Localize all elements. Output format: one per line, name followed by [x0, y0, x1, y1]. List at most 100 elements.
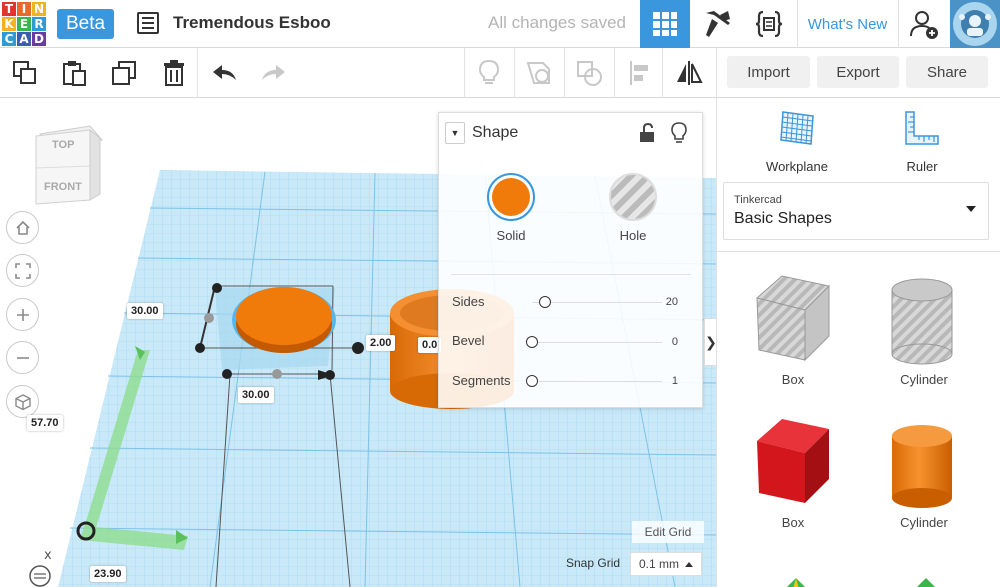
share-button[interactable]: Share — [906, 56, 988, 88]
beta-badge[interactable]: Beta — [57, 9, 114, 39]
segments-value[interactable]: 1 — [672, 375, 678, 387]
shape-cylinder[interactable] — [882, 416, 962, 516]
view-cube[interactable]: TOP FRONT — [28, 122, 104, 206]
dimension-height[interactable]: 57.70 — [27, 415, 63, 431]
resize-handle[interactable] — [212, 283, 222, 293]
lock-button[interactable] — [638, 122, 658, 145]
workplane-tool[interactable]: Workplane — [747, 108, 847, 174]
ungroup-icon — [577, 61, 602, 86]
trash-icon — [164, 60, 184, 86]
mirror-icon — [677, 61, 703, 85]
plus-icon — [16, 308, 29, 321]
dimension-gap[interactable]: 2.00 — [366, 335, 396, 351]
design-list-icon[interactable] — [137, 12, 159, 34]
zoom-in-button[interactable] — [6, 298, 39, 331]
design-title[interactable]: Tremendous Esboo — [173, 13, 331, 33]
snap-grid-select[interactable]: 0.1 mm — [630, 552, 702, 576]
add-user-button[interactable] — [898, 0, 948, 48]
cube-icon — [14, 393, 31, 410]
duplicate-button[interactable] — [107, 56, 141, 90]
bevel-slider[interactable] — [532, 342, 662, 343]
sides-slider[interactable] — [532, 302, 662, 303]
bevel-value[interactable]: 0 — [672, 336, 678, 348]
height-handle[interactable] — [352, 342, 364, 354]
paste-button[interactable] — [57, 56, 91, 90]
resize-handle[interactable] — [272, 369, 282, 379]
resize-handle[interactable] — [204, 313, 214, 323]
ruler-label: Ruler — [906, 159, 938, 174]
perspective-button[interactable] — [6, 385, 39, 418]
copy-icon — [13, 61, 36, 84]
home-icon — [15, 220, 30, 235]
delete-button[interactable] — [157, 56, 191, 90]
home-view-button[interactable] — [6, 211, 39, 244]
minus-icon — [16, 356, 29, 359]
inspector-collapse-button[interactable]: ▼ — [445, 122, 465, 144]
ungroup-button[interactable] — [572, 56, 606, 90]
segments-slider[interactable] — [532, 381, 662, 382]
show-all-button[interactable] — [472, 56, 506, 90]
sides-slider-knob[interactable] — [539, 296, 551, 308]
shape-cone-peek[interactable] — [915, 576, 937, 587]
undo-button[interactable] — [208, 56, 242, 90]
shape-cylinder-hole[interactable] — [882, 270, 962, 370]
workplane-icon — [780, 111, 814, 145]
blocks-view-button[interactable] — [692, 0, 742, 48]
light-bulb-button[interactable] — [670, 122, 690, 146]
resize-handle[interactable] — [222, 369, 232, 379]
mirror-button[interactable] — [672, 56, 706, 90]
segments-slider-knob[interactable] — [526, 375, 538, 387]
fit-view-icon — [14, 262, 31, 279]
3d-design-view-button[interactable] — [640, 0, 690, 48]
group-icon — [526, 62, 550, 84]
segments-label: Segments — [452, 373, 511, 388]
fit-view-button[interactable] — [6, 254, 39, 287]
shape-roof-peek[interactable] — [785, 576, 807, 587]
edit-grid-button[interactable]: Edit Grid — [632, 521, 704, 543]
view-cube-front[interactable]: FRONT — [44, 181, 82, 193]
unlock-icon — [640, 122, 654, 142]
pickaxe-icon — [706, 11, 730, 37]
export-button[interactable]: Export — [817, 56, 899, 88]
import-button[interactable]: Import — [727, 56, 810, 88]
logo-letter: K — [2, 17, 16, 31]
box-icon — [757, 419, 829, 503]
shape-label: Box — [781, 515, 805, 530]
dimension-width[interactable]: 30.00 — [238, 387, 274, 403]
bevel-slider-knob[interactable] — [526, 336, 538, 348]
inspector-title: Shape — [472, 124, 519, 141]
logo-letter: A — [17, 32, 31, 46]
caret-down-icon — [966, 206, 976, 212]
cylinder-icon — [892, 425, 952, 508]
group-button[interactable] — [522, 56, 556, 90]
shape-box[interactable] — [747, 413, 837, 513]
sides-label: Sides — [452, 294, 485, 309]
align-button[interactable] — [622, 56, 656, 90]
solid-color-swatch[interactable] — [487, 173, 535, 221]
user-avatar[interactable] — [950, 0, 1000, 48]
bevel-label: Bevel — [452, 333, 485, 348]
view-cube-top[interactable]: TOP — [52, 139, 74, 151]
whats-new-link[interactable]: What's New — [797, 0, 897, 48]
shape-label: Box — [781, 372, 805, 387]
sides-value[interactable]: 20 — [666, 296, 678, 308]
shape-library-select[interactable]: Tinkercad Basic Shapes — [723, 182, 989, 240]
snap-grid-value: 0.1 mm — [639, 557, 680, 571]
codeblocks-view-button[interactable] — [744, 0, 794, 48]
shape-label: Cylinder — [900, 372, 948, 387]
shape-box-hole[interactable] — [747, 268, 837, 368]
resize-handle[interactable] — [195, 343, 205, 353]
zoom-out-button[interactable] — [6, 341, 39, 374]
redo-icon — [262, 65, 285, 80]
ruler-tool[interactable]: Ruler — [872, 108, 972, 174]
copy-button[interactable] — [8, 56, 42, 90]
paste-icon — [63, 61, 86, 86]
hole-swatch[interactable] — [609, 173, 657, 221]
redo-button[interactable] — [256, 56, 290, 90]
tinkercad-logo[interactable]: T I N K E R C A D — [2, 2, 46, 46]
dimension-origin-x[interactable]: 23.90 — [90, 566, 126, 582]
library-brand: Tinkercad — [734, 194, 782, 206]
align-icon — [630, 61, 648, 85]
logo-letter: N — [32, 2, 46, 16]
dimension-depth[interactable]: 30.00 — [127, 303, 163, 319]
